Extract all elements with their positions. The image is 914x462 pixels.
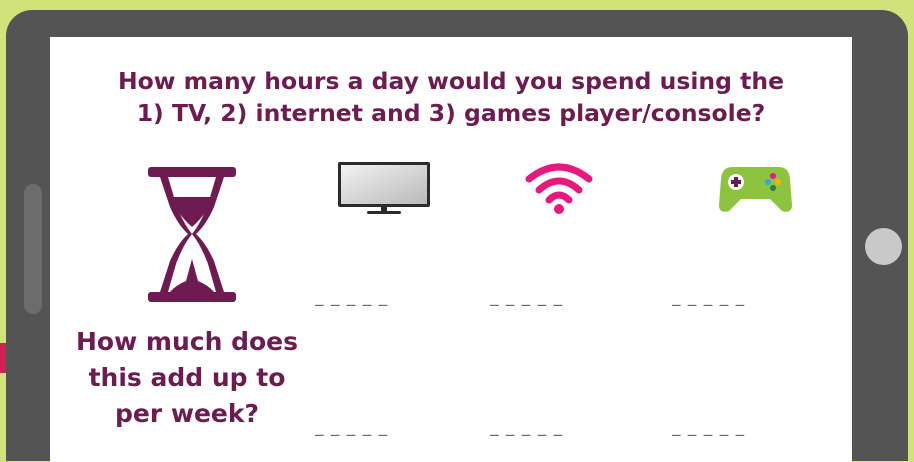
weekly-internet-answer-blank[interactable]: _ _ _ _ _ [490, 416, 633, 438]
daily-tv-answer-blank[interactable]: _ _ _ _ _ [315, 286, 458, 308]
weekly-question-line-2: this add up to [88, 363, 286, 392]
tv-icon [338, 162, 430, 214]
daily-hours-question: How many hours a day would you spend usi… [50, 65, 852, 129]
tablet-screen: How many hours a day would you spend usi… [50, 37, 852, 462]
daily-internet-answer-blank[interactable]: _ _ _ _ _ [490, 286, 633, 308]
hourglass-icon [148, 167, 236, 302]
gamepad-icon [719, 167, 792, 212]
tablet-home-button [865, 228, 902, 265]
weekly-question-line-3: per week? [114, 399, 260, 428]
weekly-tv-answer-blank[interactable]: _ _ _ _ _ [315, 416, 458, 438]
daily-question-line-2: 1) TV, 2) internet and 3) games player/c… [136, 99, 766, 127]
daily-console-answer-blank[interactable]: _ _ _ _ _ [672, 286, 815, 308]
daily-question-line-1: How many hours a day would you spend usi… [117, 67, 785, 95]
tablet-side-button [24, 184, 42, 314]
weekly-console-answer-blank[interactable]: _ _ _ _ _ [672, 416, 815, 438]
tablet-frame: How many hours a day would you spend usi… [6, 10, 908, 462]
weekly-total-question: How much does this add up to per week? [52, 324, 322, 432]
weekly-question-line-1: How much does [76, 327, 298, 356]
wifi-icon [525, 163, 593, 214]
